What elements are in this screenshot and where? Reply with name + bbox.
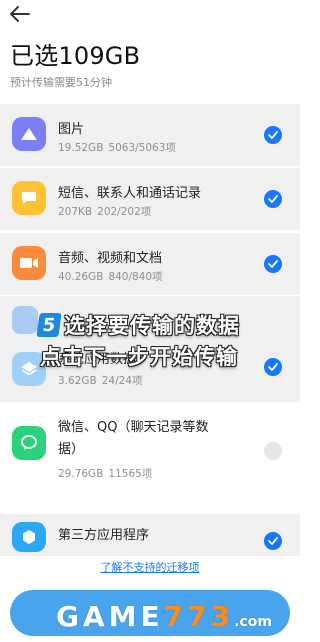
video-icon [12,246,46,280]
item-name: 微信、QQ（聊天记录等数 [58,420,209,435]
checkbox-checked[interactable] [264,532,282,550]
item-name: 音频、视频和文档 [58,251,163,266]
checkbox-checked[interactable] [264,358,282,376]
estimated-time: 预计传输需要51分钟 [10,76,112,89]
item-meta: 29.76GB 11565项 [58,468,153,480]
item-meta: 207KB 202/202项 [58,206,152,218]
checkbox-checked[interactable] [264,255,282,273]
top-bar [0,0,300,32]
hexagon-icon [12,522,46,552]
arrow-left-icon[interactable] [8,4,32,24]
list-item-third-party-apps[interactable]: 第三方应用程序 [0,514,300,556]
item-meta: 3.62GB 24/24项 [58,375,143,387]
app-icon [12,306,38,334]
item-name: 第三方应用程序 [58,528,150,543]
checkbox-checked[interactable] [264,126,282,144]
checkbox-checked[interactable] [264,190,282,208]
banner-line-1: 选择要传输的数据 [64,314,240,338]
list-item-wechat-qq[interactable]: 微信、QQ（聊天记录等数 据） 29.76GB 11565项 [0,406,300,498]
unsupported-items-link[interactable]: 了解不支持的迁移项 [0,559,300,575]
list-item-messages[interactable]: 短信、联系人和通话记录 207KB 202/202项 [0,168,300,230]
message-icon [12,181,46,215]
list-item-photos[interactable]: 图片 19.52GB 5063/5063项 [0,104,300,166]
item-meta: 19.52GB 5063/5063项 [58,142,176,154]
step-banner: 5 选择要传输的数据 [36,310,240,340]
chat-icon [12,426,46,460]
page-title: 已选109GB [10,42,141,70]
step-number: 5 [36,313,62,337]
banner-line-2: 点击下一步开始传输 [40,345,238,369]
list-item-media[interactable]: 音频、视频和文档 40.26GB 840/840项 [0,233,300,295]
item-name: 短信、联系人和通话记录 [58,186,202,201]
item-name-continued: 据） [58,442,85,457]
item-meta: 40.26GB 840/840项 [58,271,163,283]
image-icon [12,117,46,151]
watermark-logo: GAME773.com [56,600,272,633]
item-name: 图片 [58,122,85,137]
checkbox-unchecked[interactable] [264,442,282,460]
